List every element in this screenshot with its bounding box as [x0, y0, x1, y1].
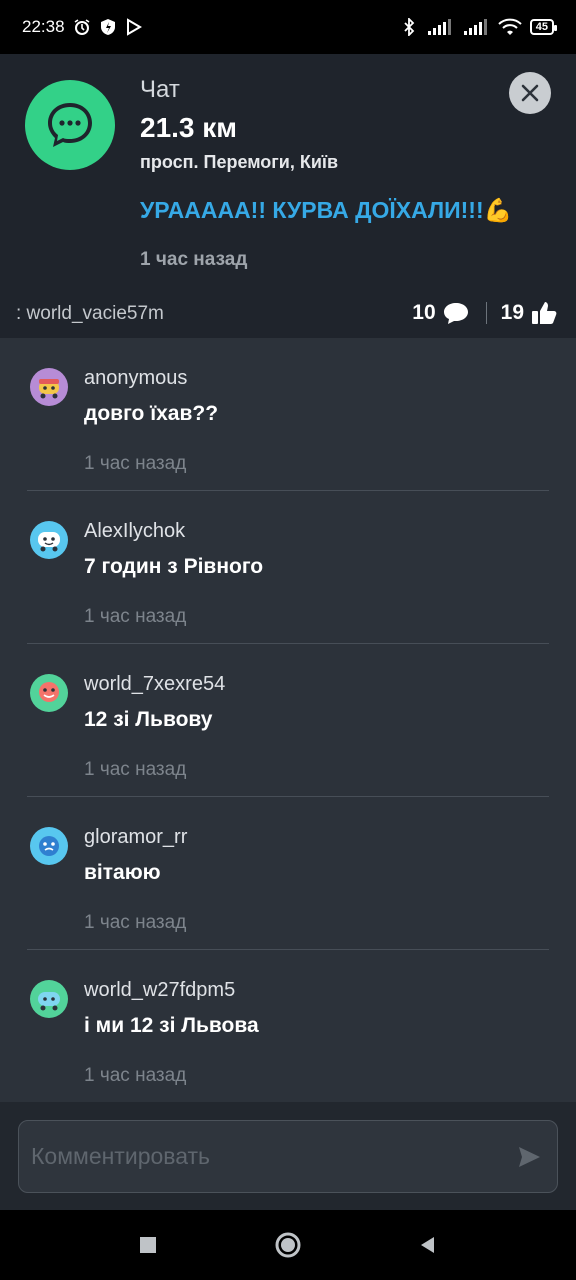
- header-timestamp: 1 час назад: [140, 249, 248, 270]
- back-icon: [421, 1237, 434, 1253]
- chat-avatar: [25, 80, 115, 170]
- header-title: Чат: [140, 76, 180, 103]
- address-label: просп. Перемоги, Київ: [140, 152, 339, 172]
- stats-bar: 10 19: [412, 300, 558, 326]
- comment-input[interactable]: [31, 1143, 513, 1170]
- home-icon: [275, 1232, 301, 1258]
- list-item: gloramor_rr вітаюю 1 час назад: [0, 797, 576, 950]
- comment-timestamp: 1 час назад: [84, 759, 187, 780]
- wifi-icon: [498, 18, 522, 35]
- comment-username[interactable]: world_w27fdpm5: [84, 979, 235, 1002]
- list-item: world_w27fdpm5 і ми 12 зі Львова 1 час н…: [0, 950, 576, 1102]
- avatar-icon: [39, 379, 59, 399]
- comment-text: 12 зі Львову: [84, 708, 213, 731]
- system-nav-bar: [0, 1210, 576, 1280]
- avatar: [30, 980, 68, 1018]
- list-item: world_7xexre54 12 зі Львову 1 час назад: [0, 644, 576, 797]
- comment-username[interactable]: gloramor_rr: [84, 826, 187, 849]
- recents-icon: [140, 1237, 156, 1253]
- shield-icon: [100, 19, 115, 35]
- avatar-icon: [38, 992, 60, 1011]
- likes-count: 19: [500, 301, 524, 324]
- comment-timestamp: 1 час назад: [84, 912, 187, 933]
- author-username[interactable]: : world_vacie57m: [16, 303, 164, 325]
- signal-icon: [427, 19, 451, 35]
- play-icon: [126, 18, 142, 36]
- comments-list[interactable]: anonymous довго їхав?? 1 час назад AlexI…: [0, 338, 576, 1102]
- home-button[interactable]: [268, 1225, 308, 1265]
- comment-icon[interactable]: [442, 301, 470, 325]
- comment-username[interactable]: AlexIlychok: [84, 520, 185, 543]
- comments-count: 10: [412, 301, 436, 324]
- close-icon: [521, 84, 539, 102]
- chat-bubble-icon: [48, 103, 92, 147]
- chat-header: Чат 21.3 км просп. Перемоги, Київ УРАААА…: [0, 54, 576, 338]
- avatar-icon: [39, 682, 59, 702]
- comment-composer: [0, 1102, 576, 1210]
- header-message: УРААААА!! КУРВА ДОЇХАЛИ!!!💪: [140, 197, 513, 223]
- status-bar: 22:38 45: [0, 0, 576, 54]
- avatar-icon: [38, 532, 60, 552]
- comment-input-box[interactable]: [18, 1120, 558, 1193]
- comment-username[interactable]: world_7xexre54: [84, 673, 225, 696]
- alarm-icon: [74, 19, 89, 35]
- send-button[interactable]: [513, 1141, 545, 1173]
- avatar: [30, 521, 68, 559]
- avatar: [30, 368, 68, 406]
- comment-text: 7 годин з Рівного: [84, 555, 264, 578]
- battery-icon: 45: [529, 19, 558, 35]
- thumbs-up-icon[interactable]: [530, 300, 558, 326]
- status-time: 22:38: [22, 17, 65, 36]
- stats-divider: [485, 302, 487, 324]
- comment-timestamp: 1 час назад: [84, 606, 187, 627]
- comment-username[interactable]: anonymous: [84, 367, 187, 390]
- comment-timestamp: 1 час назад: [84, 453, 187, 474]
- back-button[interactable]: [408, 1225, 448, 1265]
- comment-text: довго їхав??: [84, 402, 219, 425]
- comment-text: вітаюю: [84, 861, 161, 884]
- send-icon: [519, 1146, 540, 1167]
- comment-text: і ми 12 зі Львова: [84, 1014, 259, 1037]
- recents-button[interactable]: [128, 1225, 168, 1265]
- list-item: anonymous довго їхав?? 1 час назад: [0, 338, 576, 491]
- avatar: [30, 674, 68, 712]
- comment-timestamp: 1 час назад: [84, 1065, 187, 1086]
- avatar: [30, 827, 68, 865]
- signal-icon: [463, 19, 487, 35]
- bluetooth-icon: [404, 18, 415, 36]
- avatar-icon: [39, 836, 59, 856]
- close-button[interactable]: [509, 72, 551, 114]
- distance-label: 21.3 км: [140, 112, 238, 143]
- list-item: AlexIlychok 7 годин з Рівного 1 час наза…: [0, 491, 576, 644]
